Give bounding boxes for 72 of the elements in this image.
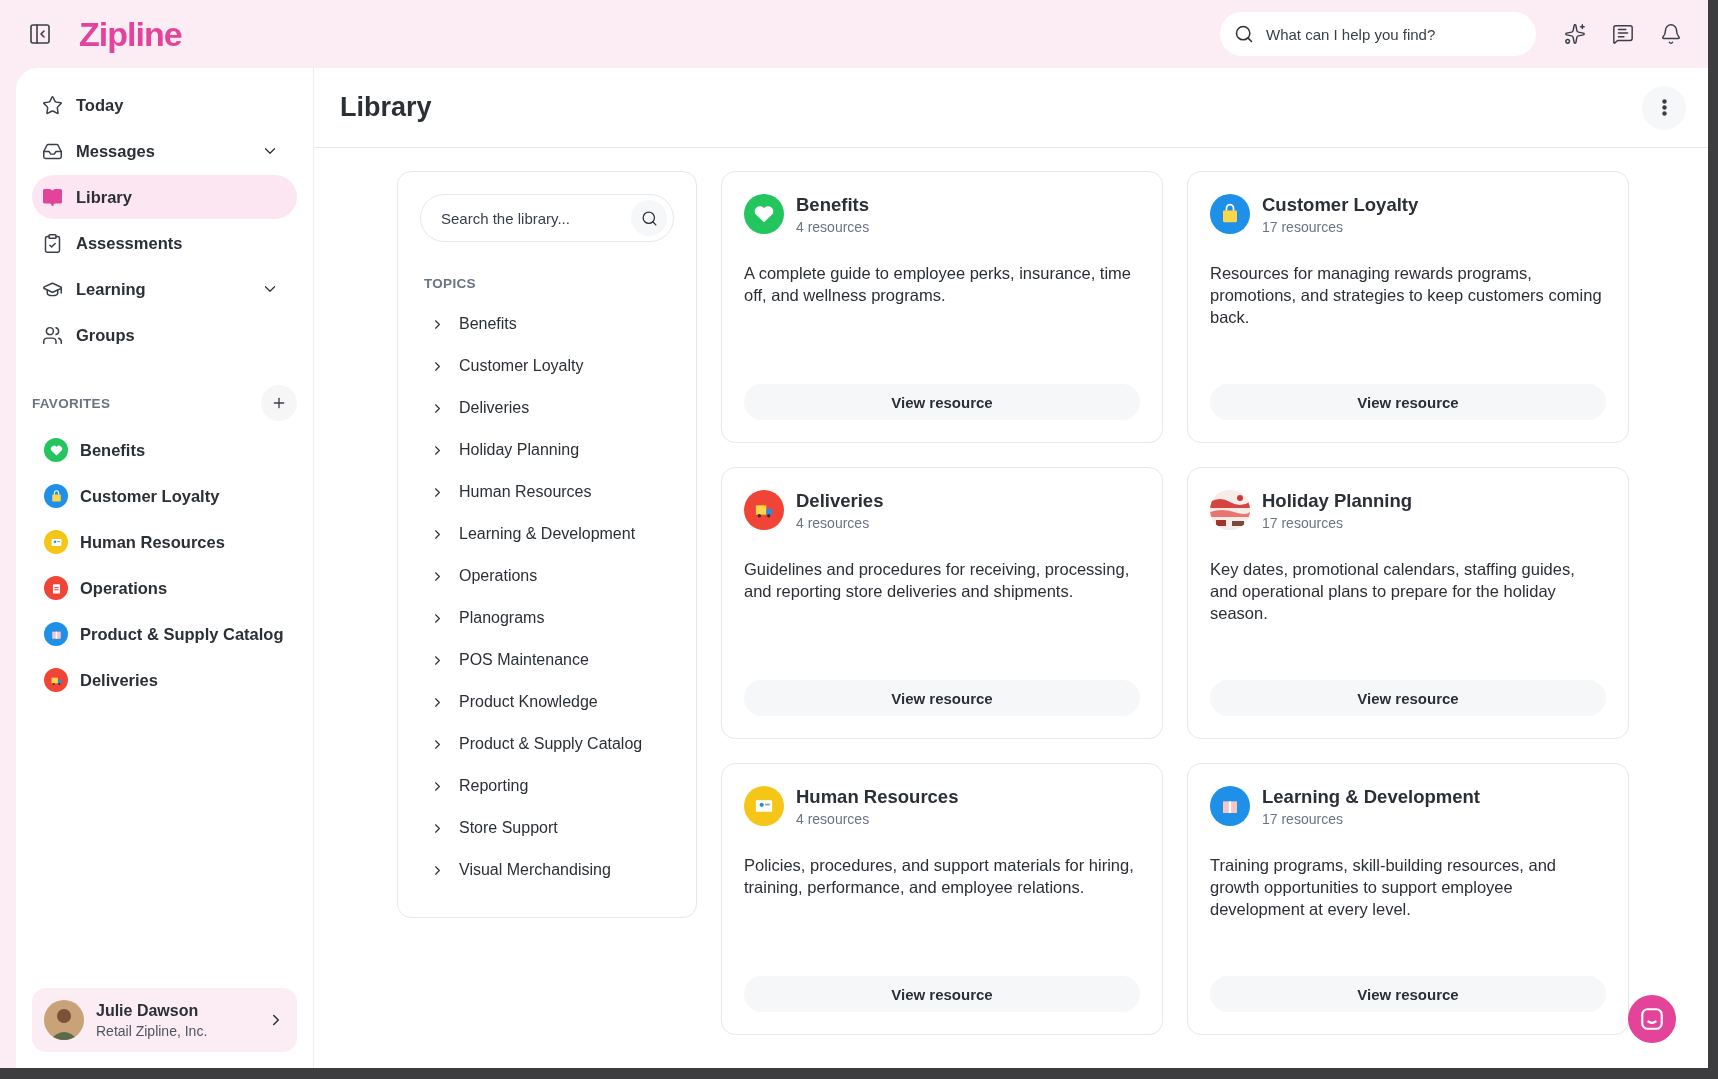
card-description: Key dates, promotional calendars, staffing guides, and operational plans to prepare for the holiday season. <box>1210 559 1576 624</box>
page-title: Library <box>340 92 432 123</box>
topics-heading: TOPICS <box>424 276 477 291</box>
search-input[interactable]: What can I help you find? <box>1264 24 1522 44</box>
user-name: Julie Dawson <box>96 1001 200 1020</box>
section-heading: FAVORITES <box>32 395 111 411</box>
collapse-sidebar-icon[interactable] <box>27 21 53 47</box>
card-title: Holiday Planning <box>1262 490 1413 512</box>
sparkles-icon[interactable] <box>1562 21 1588 47</box>
view-resource-button[interactable]: View resource <box>744 680 1140 716</box>
view-resource-button[interactable]: View resource <box>1210 384 1606 420</box>
resource-count: 4 resources <box>796 515 871 531</box>
topic-item[interactable]: Operations <box>420 555 674 597</box>
star-icon <box>42 94 63 116</box>
avatar <box>44 1000 84 1040</box>
card-description: Resources for managing rewards programs, promotions, and strategies to keep customers coming back. <box>1210 263 1603 328</box>
card-title: Customer Loyalty <box>1262 194 1419 216</box>
plus-icon <box>271 395 287 411</box>
topic-item[interactable]: Customer Loyalty <box>420 345 674 387</box>
card-description: Training programs, skill-building resources, and growth opportunities to support employee development at every level. <box>1210 855 1558 920</box>
card-description: A complete guide to employee perks, insurance, time off, and wellness programs. <box>744 263 1133 306</box>
resource-count: 4 resources <box>796 219 870 235</box>
view-resource-button[interactable]: View resource <box>1210 976 1606 1012</box>
resource-count: 4 resources <box>796 811 871 827</box>
search-icon <box>631 200 667 236</box>
topic-item[interactable]: Benefits <box>420 303 674 345</box>
resource-count: 17 resources <box>1262 811 1344 827</box>
book-icon <box>42 186 63 208</box>
favorite-item[interactable]: Product & Supply Catalog <box>32 611 297 657</box>
card-title: Benefits <box>796 194 870 216</box>
search-field[interactable]: What can I help you find? <box>1220 12 1536 56</box>
sidebar-item[interactable]: Library <box>32 175 297 219</box>
favorite-item[interactable]: Customer Loyalty <box>32 473 297 519</box>
topic-item[interactable]: Product Knowledge <box>420 681 674 723</box>
view-resource-button[interactable]: View resource <box>744 976 1140 1012</box>
view-resource-button[interactable]: View resource <box>744 384 1140 420</box>
topic-item[interactable]: Human Resources <box>420 471 674 513</box>
view-resource-button[interactable]: View resource <box>1210 680 1606 716</box>
add-favorite-button[interactable] <box>261 385 297 421</box>
card-title: Learning & Development <box>1262 786 1480 808</box>
favorite-item[interactable]: Operations <box>32 565 297 611</box>
chat-icon <box>1639 1006 1665 1032</box>
sidebar-item[interactable]: Messages <box>32 129 297 173</box>
card-title: Human Resources <box>796 786 959 808</box>
favorite-item[interactable]: Benefits <box>32 427 297 473</box>
topic-item[interactable]: Reporting <box>420 765 674 807</box>
sidebar-item[interactable]: Assessments <box>32 221 297 265</box>
sidebar-item[interactable]: Today <box>32 83 297 127</box>
card-description: Guidelines and procedures for receiving, processing, and reporting store deliveries and shipments. <box>744 559 1131 602</box>
favorite-item[interactable]: Human Resources <box>32 519 297 565</box>
resource-count: 17 resources <box>1262 515 1344 531</box>
topic-item[interactable]: POS Maintenance <box>420 639 674 681</box>
card-description: Policies, procedures, and support materials for hiring, training, performance, and employee relations. <box>744 855 1135 898</box>
topic-item[interactable]: Planograms <box>420 597 674 639</box>
sidebar-item[interactable]: Groups <box>32 313 297 357</box>
topic-item[interactable]: Learning & Development <box>420 513 674 555</box>
clipboard-icon <box>42 232 63 254</box>
topic-item[interactable]: Product & Supply Catalog <box>420 723 674 765</box>
topic-item[interactable]: Deliveries <box>420 387 674 429</box>
more-icon <box>1661 99 1667 116</box>
user-card[interactable]: Julie Dawson Retail Zipline, Inc. <box>32 988 297 1052</box>
logo: Zipline <box>79 14 182 54</box>
people-icon <box>42 324 63 346</box>
topic-item[interactable]: Store Support <box>420 807 674 849</box>
topic-item[interactable]: Visual Merchandising <box>420 849 674 891</box>
favorite-item[interactable]: Deliveries <box>32 657 297 703</box>
resource-count: 17 resources <box>1262 219 1344 235</box>
card-title: Deliveries <box>796 490 884 512</box>
topic-item[interactable]: Holiday Planning <box>420 429 674 471</box>
sidebar-item[interactable]: Learning <box>32 267 297 311</box>
user-organization: Retail Zipline, Inc. <box>96 1022 209 1039</box>
search-icon <box>1234 24 1254 44</box>
